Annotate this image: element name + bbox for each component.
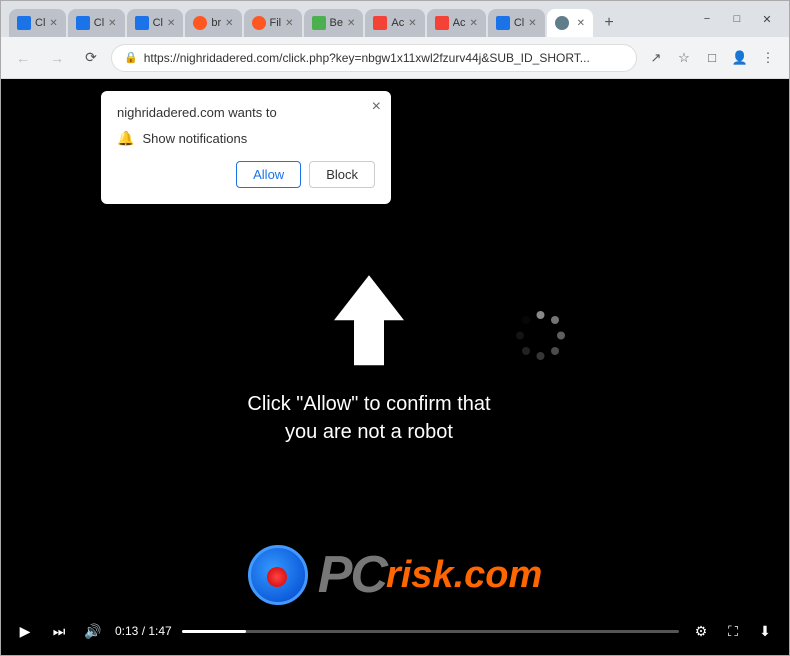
tab-4-close[interactable]: ✕ xyxy=(225,18,233,29)
tab-7[interactable]: Ac ✕ xyxy=(365,9,424,37)
forward-button[interactable]: → xyxy=(43,44,71,72)
tab-3[interactable]: Cl ✕ xyxy=(127,9,184,37)
spinner-svg xyxy=(513,308,568,363)
time-display: 0:13 / 1:47 xyxy=(115,624,172,638)
tab-5-favicon xyxy=(252,16,266,30)
pcrisk-pc-text: PC xyxy=(318,545,386,605)
tab-6-favicon xyxy=(312,16,326,30)
tab-2-close[interactable]: ✕ xyxy=(108,18,116,29)
pcrisk-logo: PC risk .com xyxy=(248,545,543,605)
tab-10-close[interactable]: ✕ xyxy=(577,18,585,29)
web-content: × nighridadered.com wants to 🔔 Show noti… xyxy=(1,79,789,655)
allow-button[interactable]: Allow xyxy=(236,161,301,188)
bookmark-button[interactable]: ☆ xyxy=(671,45,697,71)
tab-6-label: Be xyxy=(330,17,343,29)
tab-4-label: br xyxy=(211,17,221,29)
tab-1-favicon xyxy=(17,16,31,30)
tab-8-label: Ac xyxy=(453,17,466,29)
close-button[interactable]: ✕ xyxy=(753,9,781,29)
arrow-up-icon xyxy=(329,270,409,370)
progress-bar[interactable] xyxy=(182,630,679,633)
tab-9-close[interactable]: ✕ xyxy=(528,18,536,29)
tab-3-label: Cl xyxy=(153,17,163,29)
tab-4-favicon xyxy=(193,16,207,30)
page-main-text: Click "Allow" to confirm that you are no… xyxy=(239,390,499,446)
minimize-button[interactable]: − xyxy=(693,9,721,29)
tab-1-close[interactable]: ✕ xyxy=(49,18,57,29)
tab-9[interactable]: Cl ✕ xyxy=(488,9,545,37)
pcrisk-risk-text: risk xyxy=(386,554,454,597)
address-bar: ← → ⟳ 🔒 https://nighridadered.com/click.… xyxy=(1,37,789,79)
download-button[interactable]: ⬇ xyxy=(753,619,777,643)
right-controls: ⚙ ⛶ ⬇ xyxy=(689,619,777,643)
window-controls: − □ ✕ xyxy=(693,9,781,29)
volume-button[interactable]: 🔊 xyxy=(81,619,105,643)
tab-8-close[interactable]: ✕ xyxy=(469,18,477,29)
tab-7-label: Ac xyxy=(391,17,404,29)
popup-permission: 🔔 Show notifications xyxy=(117,130,375,147)
tab-2-label: Cl xyxy=(94,17,104,29)
tab-10-active[interactable]: ✕ xyxy=(547,9,593,37)
profile-button[interactable]: 👤 xyxy=(727,45,753,71)
share-button[interactable]: ↗ xyxy=(643,45,669,71)
new-tab-button[interactable]: + xyxy=(595,9,623,37)
tab-9-label: Cl xyxy=(514,17,524,29)
tab-search-button[interactable]: □ xyxy=(699,45,725,71)
notification-popup: × nighridadered.com wants to 🔔 Show noti… xyxy=(101,91,391,204)
tab-10-favicon xyxy=(555,16,569,30)
popup-buttons: Allow Block xyxy=(117,161,375,188)
tab-8-favicon xyxy=(435,16,449,30)
pcrisk-watermark: PC risk .com xyxy=(1,545,789,605)
tab-2-favicon xyxy=(76,16,90,30)
address-bar-actions: ↗ ☆ □ 👤 ⋮ xyxy=(643,45,781,71)
title-bar: Cl ✕ Cl ✕ Cl ✕ br ✕ xyxy=(1,1,789,37)
tab-6-close[interactable]: ✕ xyxy=(347,18,355,29)
popup-title: nighridadered.com wants to xyxy=(117,105,375,120)
address-input[interactable]: 🔒 https://nighridadered.com/click.php?ke… xyxy=(111,44,637,72)
maximize-button[interactable]: □ xyxy=(723,9,751,29)
popup-permission-text: Show notifications xyxy=(142,131,247,146)
loading-spinner xyxy=(513,308,568,368)
video-controls-bar: ▶ ⏭ 🔊 0:13 / 1:47 ⚙ ⛶ ⬇ xyxy=(1,607,789,655)
lock-icon: 🔒 xyxy=(124,51,138,64)
bell-icon: 🔔 xyxy=(117,130,134,147)
tab-7-favicon xyxy=(373,16,387,30)
tab-7-close[interactable]: ✕ xyxy=(408,18,416,29)
tab-5[interactable]: Fil ✕ xyxy=(244,9,302,37)
pcrisk-text: PC risk .com xyxy=(318,545,543,605)
refresh-button[interactable]: ⟳ xyxy=(77,44,105,72)
tab-5-label: Fil xyxy=(270,17,282,29)
fullscreen-button[interactable]: ⛶ xyxy=(721,619,745,643)
tab-8[interactable]: Ac ✕ xyxy=(427,9,486,37)
play-button[interactable]: ▶ xyxy=(13,619,37,643)
skip-button[interactable]: ⏭ xyxy=(47,619,71,643)
settings-button[interactable]: ⚙ xyxy=(689,619,713,643)
tab-4[interactable]: br ✕ xyxy=(185,9,241,37)
block-button[interactable]: Block xyxy=(309,161,375,188)
back-button[interactable]: ← xyxy=(9,44,37,72)
menu-button[interactable]: ⋮ xyxy=(755,45,781,71)
progress-fill xyxy=(182,630,247,633)
pcrisk-icon xyxy=(248,545,308,605)
tab-strip: Cl ✕ Cl ✕ Cl ✕ br ✕ xyxy=(9,1,689,37)
tab-3-close[interactable]: ✕ xyxy=(167,18,175,29)
tab-9-favicon xyxy=(496,16,510,30)
tab-1-label: Cl xyxy=(35,17,45,29)
tab-6[interactable]: Be ✕ xyxy=(304,9,364,37)
address-text: https://nighridadered.com/click.php?key=… xyxy=(144,51,624,65)
browser-window: Cl ✕ Cl ✕ Cl ✕ br ✕ xyxy=(0,0,790,656)
tab-2[interactable]: Cl ✕ xyxy=(68,9,125,37)
pcrisk-com-text: .com xyxy=(454,554,543,597)
page-main-content: Click "Allow" to confirm that you are no… xyxy=(239,270,499,446)
tab-3-favicon xyxy=(135,16,149,30)
tab-1[interactable]: Cl ✕ xyxy=(9,9,66,37)
tab-5-close[interactable]: ✕ xyxy=(285,18,293,29)
popup-close-button[interactable]: × xyxy=(372,99,381,115)
